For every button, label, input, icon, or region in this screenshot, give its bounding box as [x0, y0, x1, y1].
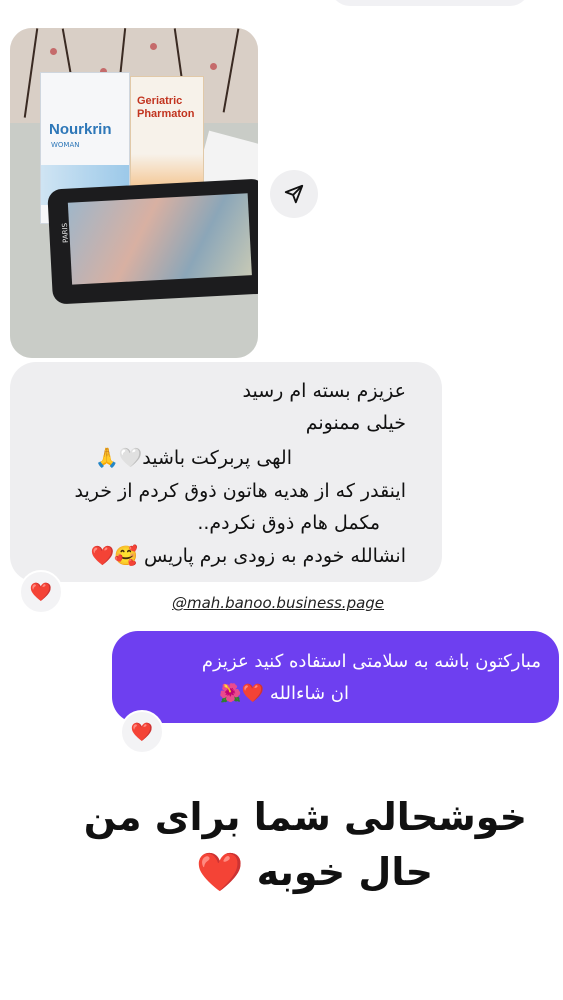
photo-message[interactable]: Nourkrin WOMAN Geriatric Pharmaton PARIS — [10, 28, 258, 358]
message-line: ان شاءالله ❤️🌺 — [219, 683, 349, 704]
share-button[interactable] — [270, 170, 318, 218]
story-caption-line: خوشحالی شما برای من — [83, 795, 527, 839]
tray-text: PARIS — [60, 222, 70, 244]
box-brand-label: Nourkrin — [49, 121, 112, 138]
heart-icon: ❤️ — [29, 581, 53, 603]
outgoing-message-bubble[interactable]: مبارکتون باشه به سلامتی استفاده کنید عزی… — [112, 631, 559, 723]
message-line: مبارکتون باشه به سلامتی استفاده کنید عزی… — [201, 651, 541, 672]
story-caption-line: حال خوبه ❤️ — [196, 850, 433, 894]
outgoing-reaction[interactable]: ❤️ — [120, 710, 164, 754]
photo-tray: PARIS — [47, 178, 258, 305]
message-line: اینقدر که از هدیه هاتون ذوق کردم از خرید — [74, 480, 406, 502]
tray-artwork — [67, 193, 252, 285]
heart-icon: ❤️ — [130, 721, 154, 743]
incoming-message-bubble[interactable]: عزیزم بسته ام رسید خیلی ممنونم الهی پربر… — [10, 362, 442, 582]
message-line: الهی پربرکت باشید🤍🙏 — [94, 447, 292, 469]
previous-message-edge — [330, 0, 530, 6]
message-line: مکمل هام ذوق نکردم.. — [197, 512, 380, 534]
message-line: عزیزم بسته ام رسید — [242, 380, 406, 402]
box-sub-label: WOMAN — [51, 141, 80, 149]
send-icon — [284, 184, 304, 204]
message-line: انشالله خودم به زودی برم پاریس 🥰❤️ — [90, 545, 406, 567]
business-handle[interactable]: @mah.banoo.business.page — [172, 594, 384, 612]
incoming-reaction[interactable]: ❤️ — [19, 570, 63, 614]
message-line: خیلی ممنونم — [305, 412, 406, 434]
box-brand-label: Geriatric Pharmaton — [137, 95, 195, 120]
